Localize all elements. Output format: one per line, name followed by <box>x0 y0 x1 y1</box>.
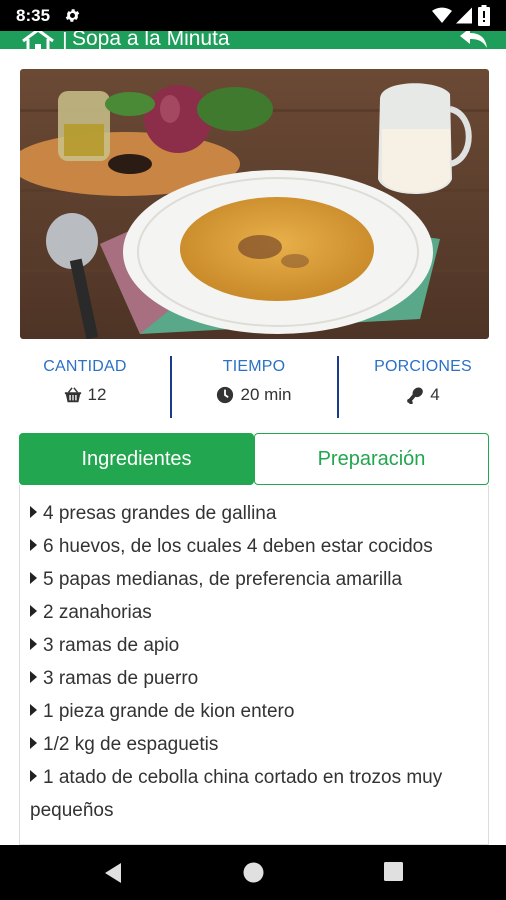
home-icon[interactable] <box>20 31 56 49</box>
stat-quantity-value: 12 <box>87 385 107 404</box>
back-triangle-icon[interactable] <box>103 862 123 884</box>
stat-quantity-value-row: 12 <box>5 385 165 405</box>
stat-time-value-row: 20 min <box>174 385 334 405</box>
list-item: 1 atado de cebolla china cortado en troz… <box>30 767 443 821</box>
tab-ingredients[interactable]: Ingredientes <box>19 433 254 485</box>
stat-portions-label: PORCIONES <box>374 358 472 375</box>
caret-right-icon <box>30 638 37 650</box>
stat-portions: PORCIONES 4 <box>343 358 503 405</box>
drumstick-icon <box>407 387 424 404</box>
caret-right-icon <box>30 704 37 716</box>
clock-icon <box>217 386 234 404</box>
stat-divider <box>337 356 339 418</box>
status-time: 8:35 <box>16 6 51 25</box>
app-bar: | Sopa a la Minuta <box>0 31 506 49</box>
recipe-stats: CANTIDAD 12 TIEMPO 20 min PORCIONES 4 <box>0 348 506 420</box>
caret-right-icon <box>30 671 37 683</box>
battery-icon <box>478 5 490 26</box>
list-item: 1/2 kg de espaguetis <box>30 728 478 761</box>
back-arrow-icon[interactable] <box>458 31 490 49</box>
ingredient-list: 4 presas grandes de gallina 6 huevos, de… <box>20 485 488 827</box>
list-item: 2 zanahorias <box>30 596 478 629</box>
ingredients-panel: 4 presas grandes de gallina 6 huevos, de… <box>19 485 489 845</box>
basket-icon <box>64 387 81 403</box>
system-nav-bar <box>0 845 506 900</box>
caret-right-icon <box>30 572 37 584</box>
wifi-icon <box>432 7 452 23</box>
list-item: 6 huevos, de los cuales 4 deben estar co… <box>30 530 478 563</box>
recipe-photo <box>20 69 489 339</box>
home-circle-icon[interactable] <box>243 862 264 883</box>
tab-preparation[interactable]: Preparación <box>254 433 489 485</box>
caret-right-icon <box>30 605 37 617</box>
caret-right-icon <box>30 539 37 551</box>
stat-quantity: CANTIDAD 12 <box>5 358 165 405</box>
title-separator: | <box>62 31 68 49</box>
list-item: 3 ramas de apio <box>30 629 478 662</box>
list-item: 4 presas grandes de gallina <box>30 497 478 530</box>
signal-icon <box>456 7 472 24</box>
stat-time-label: TIEMPO <box>222 358 286 375</box>
stat-time-value: 20 min <box>240 385 292 404</box>
caret-right-icon <box>30 737 37 749</box>
caret-right-icon <box>30 770 37 782</box>
stat-portions-value-row: 4 <box>343 385 503 405</box>
gear-icon <box>65 9 80 22</box>
stat-quantity-label: CANTIDAD <box>43 358 127 375</box>
stat-divider <box>170 356 172 418</box>
status-bar: 8:35 <box>0 0 506 31</box>
stat-portions-value: 4 <box>430 385 440 404</box>
caret-right-icon <box>30 506 37 518</box>
list-item: 1 pieza grande de kion entero <box>30 695 478 728</box>
list-item: 3 ramas de puerro <box>30 662 478 695</box>
page-title: Sopa a la Minuta <box>72 31 230 49</box>
stat-time: TIEMPO 20 min <box>174 358 334 405</box>
recents-square-icon[interactable] <box>384 862 403 881</box>
list-item: 5 papas medianas, de preferencia amarill… <box>30 563 478 596</box>
